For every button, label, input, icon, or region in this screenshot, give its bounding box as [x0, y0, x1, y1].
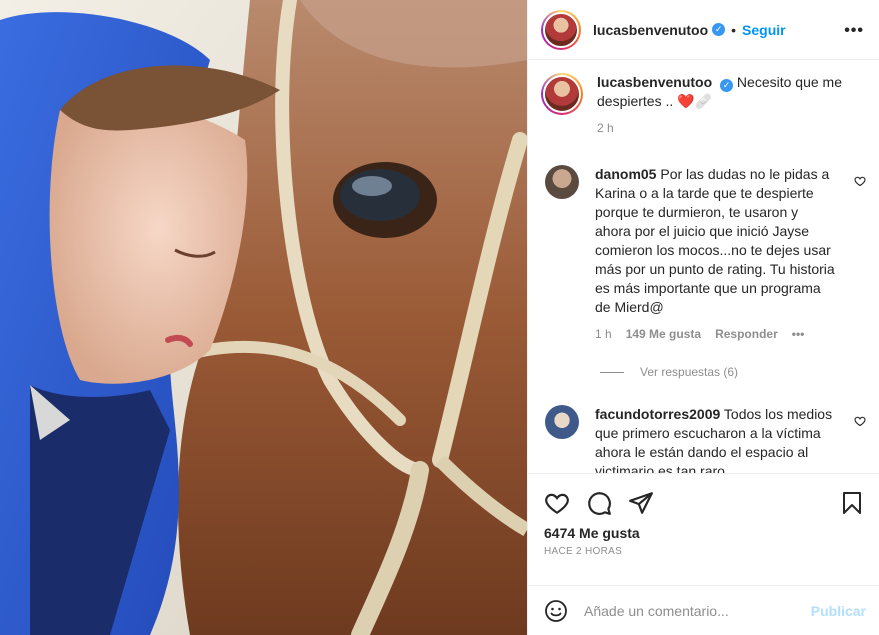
view-replies-button[interactable]: Ver respuestas (6)	[600, 365, 738, 379]
bookmark-icon[interactable]	[840, 490, 864, 516]
comment-row: danom05 Por las dudas no le pidas a Kari…	[541, 165, 835, 344]
instagram-post: lucasbenvenutoo ✓ • Seguir ••• lucasbenv…	[0, 0, 879, 635]
caption-row: lucasbenvenutoo ✓ Necesito que me despie…	[541, 73, 862, 138]
comment-likes[interactable]: 149 Me gusta	[626, 325, 701, 344]
likes-count[interactable]: 6474 Me gusta	[544, 525, 640, 541]
separator-dot: •	[731, 21, 737, 38]
comment-username[interactable]: facundotorres2009	[595, 406, 720, 422]
view-replies-label: Ver respuestas (6)	[640, 365, 739, 379]
follow-button[interactable]: Seguir	[742, 22, 786, 38]
post-actions: 6474 Me gusta HACE 2 HORAS	[528, 473, 879, 585]
emoji-icon[interactable]	[544, 599, 568, 623]
photo-boy-and-horse	[0, 0, 527, 635]
more-options-icon[interactable]: •••	[844, 22, 864, 40]
commenter-avatar[interactable]	[545, 405, 579, 439]
comment-more-icon[interactable]: •••	[792, 325, 805, 344]
heart-icon[interactable]	[544, 490, 570, 516]
share-icon[interactable]	[628, 490, 654, 516]
comment-icon[interactable]	[586, 490, 612, 516]
post-side-panel: lucasbenvenutoo ✓ • Seguir ••• lucasbenv…	[527, 0, 879, 635]
caption-username[interactable]: lucasbenvenutoo	[597, 74, 712, 90]
comment-like-heart-icon[interactable]	[854, 415, 866, 427]
post-header: lucasbenvenutoo ✓ • Seguir •••	[528, 0, 879, 60]
commenter-avatar[interactable]	[545, 165, 579, 199]
comment-like-heart-icon[interactable]	[854, 175, 866, 187]
caption-time[interactable]: 2 h	[597, 119, 614, 138]
add-comment-bar: Publicar	[528, 585, 879, 635]
comment-row: facundotorres2009 Todos los medios que p…	[541, 405, 835, 473]
comment-time[interactable]: 1 h	[595, 325, 612, 344]
verified-badge-icon: ✓	[712, 23, 726, 36]
post-time[interactable]: HACE 2 HORAS	[544, 546, 622, 557]
verified-badge-icon: ✓	[720, 79, 734, 92]
comment-input[interactable]	[584, 602, 784, 619]
author-avatar[interactable]	[541, 9, 581, 50]
comment-text: Por las dudas no le pidas a Karina o a l…	[595, 166, 835, 315]
comments-section[interactable]: lucasbenvenutoo ✓ Necesito que me despie…	[528, 61, 879, 473]
comment-username[interactable]: danom05	[595, 166, 656, 182]
publish-button[interactable]: Publicar	[811, 603, 866, 619]
replies-divider	[600, 371, 624, 373]
post-photo[interactable]	[0, 0, 527, 635]
caption-avatar[interactable]	[541, 73, 583, 115]
reply-button[interactable]: Responder	[715, 325, 778, 344]
author-username[interactable]: lucasbenvenutoo	[593, 22, 708, 38]
